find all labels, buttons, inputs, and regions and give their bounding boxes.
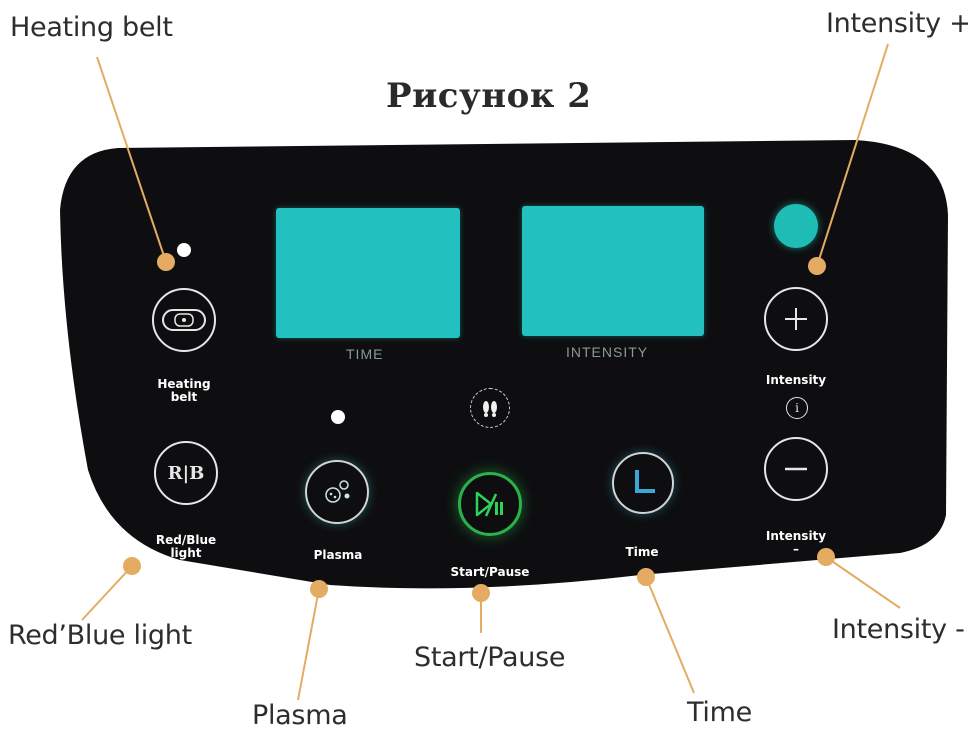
time-button-label: Time [625, 545, 659, 559]
red-blue-icon: R|B [167, 462, 205, 484]
intensity-minus-button[interactable] [764, 437, 828, 501]
intensity-minus-label: Intensity – [765, 529, 827, 556]
callout-start-pause: Start/Pause [414, 642, 566, 673]
footprints-icon [483, 401, 497, 417]
figure-title: Рисунок 2 [386, 76, 592, 116]
time-pointer [637, 568, 655, 586]
heating-belt-indicator [177, 243, 191, 257]
red-blue-light-button[interactable]: R|B [154, 441, 218, 505]
heating-belt-button[interactable] [152, 288, 216, 352]
callout-intensity-plus: Intensity + [826, 8, 968, 39]
intensity-plus-label: Intensity [765, 373, 827, 387]
start-pause-button[interactable] [458, 472, 522, 536]
start-pause-pointer [472, 584, 490, 602]
plasma-indicator [331, 410, 345, 424]
plasma-icon [325, 480, 350, 503]
callout-time: Time [687, 697, 752, 728]
heating-belt-icon [162, 309, 206, 331]
plus-icon [785, 308, 807, 330]
minus-icon [785, 467, 807, 471]
callout-plasma: Plasma [252, 700, 348, 731]
plasma-pointer [310, 580, 328, 598]
start-pause-button-label: Start/Pause [450, 565, 530, 579]
start-pause-icon [475, 491, 503, 517]
heating-belt-button-label: Heating belt [157, 377, 211, 404]
intensity-plus-pointer [808, 257, 826, 275]
callout-intensity-minus: Intensity - [832, 614, 965, 645]
foot-mode-indicator [470, 388, 510, 428]
time-display-label: TIME [346, 346, 384, 362]
clock-icon [635, 470, 655, 493]
plasma-button[interactable] [305, 460, 369, 524]
intensity-plus-button[interactable] [764, 287, 828, 351]
heating-belt-pointer [157, 253, 175, 271]
callout-red-blue-light: Red’Blue light [8, 620, 192, 651]
time-button[interactable] [612, 452, 674, 514]
red-blue-button-label: Red/Blue light [155, 533, 217, 560]
power-indicator-light [774, 204, 818, 248]
intensity-display-label: INTENSITY [566, 344, 649, 360]
time-display [276, 208, 460, 338]
info-icon: i [786, 397, 808, 419]
plasma-button-label: Plasma [313, 548, 363, 562]
intensity-display [522, 206, 704, 336]
callout-heating-belt: Heating belt [10, 12, 173, 43]
